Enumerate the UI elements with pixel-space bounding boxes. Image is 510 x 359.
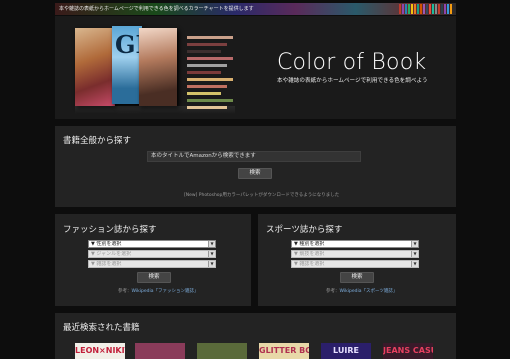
chevron-down-icon: ▼ — [208, 261, 215, 267]
gender-select-value: ▼ 性別を選択 — [91, 241, 122, 247]
color-swatch — [187, 36, 233, 39]
gender-select[interactable]: ▼ 性別を選択 ▼ — [88, 240, 216, 248]
book-title-search-input[interactable]: 本のタイトルでAmazonから検索できます — [147, 151, 361, 162]
news-note: [New] Photoshop用カラーパレットがダウンロードできるようになりまし… — [184, 193, 340, 198]
recent-books-panel: 最近検索された書籍 LEON×NIKITA GLITTER BOOK LUIRE JE… — [55, 313, 456, 359]
sports-magazine-select[interactable]: ▼ 雑誌を選択 ▼ — [291, 260, 419, 268]
recent-book-thumbnail[interactable] — [197, 343, 247, 359]
hero-banner: GN Color of Book 本や雑誌の表紙からホームページで利用できる色を… — [55, 16, 456, 119]
general-search-panel: 書籍全般から探す 本のタイトルでAmazonから検索できます 検索 [New] … — [55, 126, 456, 207]
site-tagline: 本や雑誌の表紙からホームページで利用できる色を調べよう — [277, 78, 428, 84]
sport-select[interactable]: ▼ 競技を選択 ▼ — [291, 250, 419, 258]
type-select-value: ▼ 種別を選択 — [294, 241, 325, 247]
recent-book-label: LUIRE — [333, 346, 359, 355]
color-stripes — [399, 4, 452, 14]
color-swatch — [187, 57, 233, 60]
general-search-button[interactable]: 検索 — [238, 168, 272, 179]
site-logo[interactable]: Color of Book — [277, 50, 426, 75]
color-swatch — [187, 92, 221, 95]
fashion-search-panel: ファッション誌から探す ▼ 性別を選択 ▼ ▼ ジャンルを選択 ▼ ▼ 雑誌を選… — [55, 214, 251, 306]
chevron-down-icon: ▼ — [411, 241, 418, 247]
sport-select-value: ▼ 競技を選択 — [294, 251, 325, 257]
recent-book-thumbnail[interactable]: LUIRE — [321, 343, 371, 359]
chevron-down-icon: ▼ — [411, 251, 418, 257]
fashion-search-button[interactable]: 検索 — [137, 272, 171, 283]
book-covers-illustration: GN — [75, 24, 235, 114]
sports-magazine-select-value: ▼ 雑誌を選択 — [294, 261, 325, 267]
genre-select[interactable]: ▼ ジャンルを選択 ▼ — [88, 250, 216, 258]
color-swatch — [187, 64, 227, 67]
chevron-down-icon: ▼ — [208, 251, 215, 257]
top-banner: 本や雑誌の表紙からホームページで利用できる色を調べるカラーチャートを提供します — [55, 3, 456, 15]
recent-book-thumbnail[interactable]: GLITTER BOOK — [259, 343, 309, 359]
recent-book-label: JEANS CASUAL — [383, 346, 433, 355]
magazine-cover-3 — [139, 28, 177, 106]
general-search-title: 書籍全般から探す — [63, 136, 132, 146]
color-swatch — [187, 43, 227, 46]
sports-search-panel: スポーツ誌から探す ▼ 種別を選択 ▼ ▼ 競技を選択 ▼ ▼ 雑誌を選択 ▼ … — [258, 214, 456, 306]
color-swatch-list — [187, 36, 233, 113]
magazine-select[interactable]: ▼ 雑誌を選択 ▼ — [88, 260, 216, 268]
magazine-select-value: ▼ 雑誌を選択 — [91, 261, 122, 267]
color-swatch — [187, 78, 233, 81]
fashion-search-title: ファッション誌から探す — [63, 225, 157, 235]
magazine-cover-1 — [75, 28, 115, 106]
chevron-down-icon: ▼ — [411, 261, 418, 267]
color-swatch — [187, 71, 221, 74]
wikipedia-fashion-link[interactable]: Wikipedia「ファッション雑誌」 — [132, 289, 199, 294]
sports-search-title: スポーツ誌から探す — [266, 225, 343, 235]
reference-prefix: 参考： — [118, 289, 132, 294]
fashion-reference: 参考：Wikipedia「ファッション雑誌」 — [118, 288, 198, 294]
chevron-down-icon: ▼ — [208, 241, 215, 247]
color-swatch — [187, 85, 227, 88]
color-swatch — [187, 50, 221, 53]
genre-select-value: ▼ ジャンルを選択 — [91, 251, 132, 257]
top-banner-text: 本や雑誌の表紙からホームページで利用できる色を調べるカラーチャートを提供します — [59, 6, 254, 12]
reference-prefix: 参考： — [326, 289, 340, 294]
recent-books-title: 最近検索された書籍 — [63, 323, 140, 333]
recent-book-thumbnail[interactable]: LEON×NIKITA — [75, 343, 125, 359]
recent-book-thumbnail[interactable] — [135, 343, 185, 359]
type-select[interactable]: ▼ 種別を選択 ▼ — [291, 240, 419, 248]
recent-book-thumbnail[interactable]: JEANS CASUAL — [383, 343, 433, 359]
wikipedia-sports-link[interactable]: Wikipedia「スポーツ雑誌」 — [340, 289, 398, 294]
recent-book-label: LEON×NIKITA — [75, 346, 125, 355]
sports-search-button[interactable]: 検索 — [340, 272, 374, 283]
recent-book-label: GLITTER BOOK — [259, 346, 309, 355]
color-swatch — [187, 99, 233, 102]
sports-reference: 参考：Wikipedia「スポーツ雑誌」 — [326, 288, 397, 294]
recent-book-thumbnails: LEON×NIKITA GLITTER BOOK LUIRE JEANS CASUAL — [75, 343, 440, 359]
cover-reflection — [75, 106, 235, 114]
